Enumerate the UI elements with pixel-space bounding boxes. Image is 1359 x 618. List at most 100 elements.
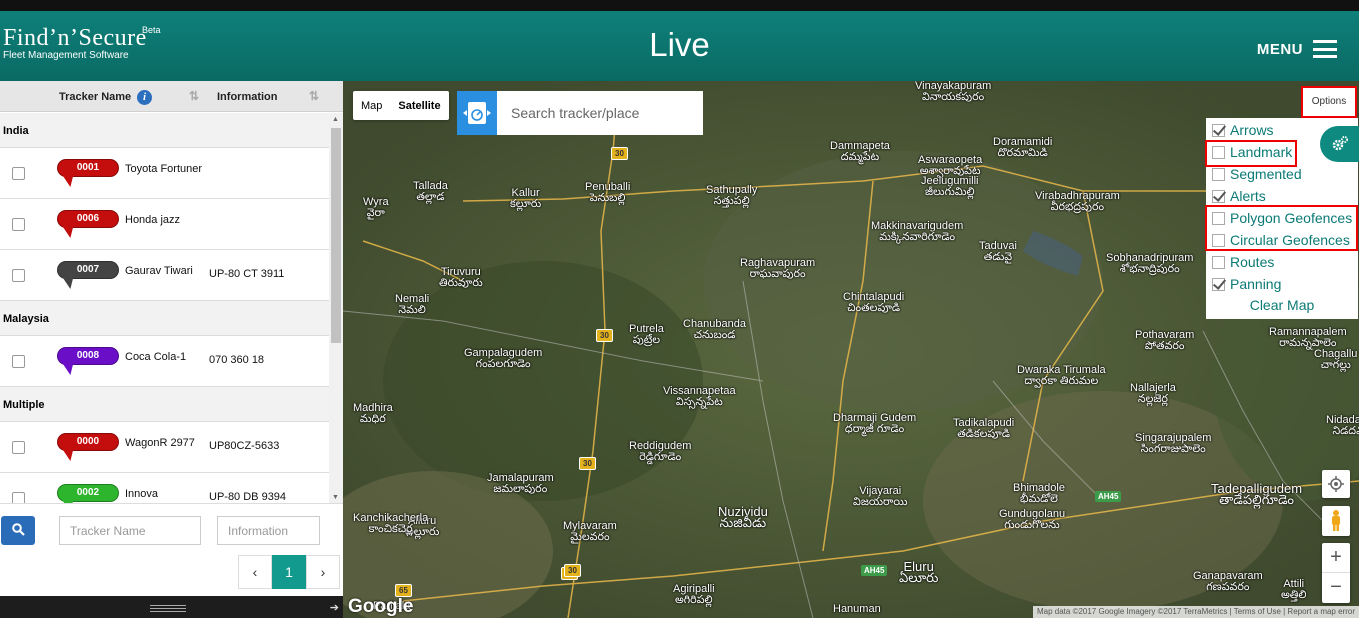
col-tracker-name[interactable]: Tracker Name bbox=[59, 91, 131, 103]
zoom-out-button[interactable]: − bbox=[1322, 573, 1350, 603]
place-name-telugu: భీమడోలె bbox=[1019, 493, 1058, 505]
options-button[interactable]: Options bbox=[1301, 86, 1357, 118]
tracker-sidebar: Tracker Name i ⇅ Information ⇅ India 0001… bbox=[0, 81, 343, 618]
my-location-button[interactable] bbox=[1322, 470, 1350, 498]
logo-beta: Beta bbox=[142, 25, 161, 35]
road-shield: 30 bbox=[596, 329, 613, 342]
map-place-label: Bhimadole భీమడోలె bbox=[1013, 483, 1065, 505]
list-scrollbar[interactable]: ▲ ▼ bbox=[329, 113, 343, 503]
tracker-id-badge[interactable]: 0001 bbox=[57, 159, 119, 177]
tracker-id-badge[interactable]: 0008 bbox=[57, 347, 119, 365]
option-panning[interactable]: Panning bbox=[1212, 275, 1281, 293]
map-type-satellite[interactable]: Satellite bbox=[390, 91, 448, 120]
col-information[interactable]: Information bbox=[217, 91, 278, 103]
option-checkbox[interactable] bbox=[1212, 255, 1225, 269]
place-name-telugu: సత్తుపల్లి bbox=[713, 195, 750, 207]
information-filter[interactable]: Information bbox=[217, 516, 320, 545]
map-place-label: Vinayakapuram వినాయకపురం bbox=[915, 81, 991, 103]
sort-icon[interactable]: ⇅ bbox=[309, 89, 319, 103]
tracker-row[interactable]: 0002 Innova UP-80 DB 9394 bbox=[0, 473, 329, 503]
map-place-label: Agiripalli అగిరిపల్లి bbox=[673, 584, 715, 606]
sort-icon[interactable]: ⇅ bbox=[189, 89, 199, 103]
map-type-map[interactable]: Map bbox=[353, 91, 390, 120]
tracker-row[interactable]: 0008 Coca Cola-1 070 360 18 bbox=[0, 336, 329, 387]
tracker-name-filter[interactable]: Tracker Name bbox=[59, 516, 201, 545]
tracker-id-badge[interactable]: 0002 bbox=[57, 484, 119, 502]
tracker-list: India 0001 Toyota Fortuner 0006 Honda jazz 00… bbox=[0, 113, 329, 503]
map-place-label: Tadikalapudi తడికలపూడి bbox=[953, 418, 1014, 440]
map-place-label: Nuzividu నుజివీడు bbox=[718, 505, 768, 529]
option-checkbox[interactable] bbox=[1212, 189, 1225, 203]
tracker-id-badge[interactable]: 0006 bbox=[57, 210, 119, 228]
option-segmented[interactable]: Segmented bbox=[1212, 165, 1302, 183]
row-checkbox[interactable] bbox=[12, 441, 25, 454]
place-name-telugu: విస్సన్నపేట bbox=[675, 396, 723, 408]
filter-bar: Tracker Name Information bbox=[0, 503, 343, 555]
settings-button[interactable] bbox=[1320, 126, 1359, 162]
row-checkbox[interactable] bbox=[12, 492, 25, 503]
map-place-label: Aswaraopeta అశ్వారావుపేట bbox=[918, 155, 982, 177]
road-shield: 30 bbox=[579, 457, 596, 470]
option-label: Arrows bbox=[1230, 122, 1274, 138]
page-1-button[interactable]: 1 bbox=[272, 555, 306, 589]
map-place-label: Ramannapalem రామన్నపాలెం bbox=[1269, 327, 1347, 349]
tracker-id-badge[interactable]: 0007 bbox=[57, 261, 119, 279]
pegman-icon bbox=[1332, 510, 1340, 531]
prev-page-button[interactable]: ‹ bbox=[238, 555, 272, 589]
zoom-in-button[interactable]: + bbox=[1322, 543, 1350, 573]
map-place-label: Sathupally సత్తుపల్లి bbox=[706, 185, 757, 207]
menu-button[interactable]: MENU bbox=[1257, 40, 1337, 58]
row-checkbox[interactable] bbox=[12, 355, 25, 368]
tracker-info: UP80CZ-5633 bbox=[209, 440, 280, 452]
clear-map-link[interactable]: Clear Map bbox=[1206, 297, 1358, 313]
search-icon bbox=[11, 523, 25, 536]
option-checkbox[interactable] bbox=[1212, 277, 1225, 291]
landmark-highlight bbox=[1205, 140, 1297, 167]
option-alerts[interactable]: Alerts bbox=[1212, 187, 1266, 205]
brand-logo[interactable]: Find’n’Secure Beta Fleet Management Soft… bbox=[3, 25, 161, 61]
option-label: Routes bbox=[1230, 254, 1275, 270]
map-place-label: Taduvai తడువై bbox=[979, 241, 1017, 263]
tracker-row[interactable]: 0000 WagonR 2977 UP80CZ-5633 bbox=[0, 422, 329, 473]
row-checkbox[interactable] bbox=[12, 218, 25, 231]
option-checkbox[interactable] bbox=[1212, 167, 1225, 181]
map-place-label: Mylavaram మైలవరం bbox=[563, 521, 617, 543]
map-place-label: Doramamidi దొరమామిడి bbox=[993, 137, 1052, 159]
place-name-telugu: దొరమామిడి bbox=[997, 147, 1048, 159]
scrollbar-thumb[interactable] bbox=[331, 128, 341, 343]
option-label: Segmented bbox=[1230, 166, 1302, 182]
info-icon[interactable]: i bbox=[137, 90, 152, 105]
search-button[interactable] bbox=[1, 516, 35, 545]
tracker-row[interactable]: 0001 Toyota Fortuner bbox=[0, 148, 329, 199]
logo-subtitle: Fleet Management Software bbox=[3, 50, 129, 61]
option-checkbox[interactable] bbox=[1212, 123, 1225, 137]
map-place-label: Wyra వైరా bbox=[363, 197, 389, 219]
place-name-telugu: తడువై bbox=[983, 251, 1013, 263]
map-attribution[interactable]: Map data ©2017 Google Imagery ©2017 Terr… bbox=[1032, 606, 1359, 618]
map-search[interactable]: Search tracker/place bbox=[457, 91, 703, 135]
tracker-row[interactable]: 0007 Gaurav Tiwari UP-80 CT 3911 bbox=[0, 250, 329, 301]
pin-icon[interactable]: ➔ bbox=[330, 601, 339, 614]
tracker-row[interactable]: 0006 Honda jazz bbox=[0, 199, 329, 250]
next-page-button[interactable]: › bbox=[306, 555, 340, 589]
resize-grip-icon[interactable] bbox=[150, 605, 186, 612]
option-routes[interactable]: Routes bbox=[1212, 253, 1274, 271]
road-shield: 30 bbox=[564, 564, 581, 577]
map-place-label: Vijayarai విజయరాయి bbox=[853, 486, 907, 508]
map-place-label: Makkinavarigudem మక్కినవారిగూడెం bbox=[871, 221, 963, 243]
tracker-id-badge[interactable]: 0000 bbox=[57, 433, 119, 451]
map-place-label: Vissannapetaa విస్సన్నపేట bbox=[663, 386, 736, 408]
map-search-input[interactable]: Search tracker/place bbox=[511, 105, 639, 121]
place-name-telugu: గుండుగొలను bbox=[1004, 519, 1060, 531]
tracker-locate-icon[interactable] bbox=[457, 91, 497, 135]
row-checkbox[interactable] bbox=[12, 167, 25, 180]
scroll-down-icon[interactable]: ▼ bbox=[332, 494, 339, 501]
row-checkbox[interactable] bbox=[12, 269, 25, 282]
street-view-button[interactable] bbox=[1322, 506, 1350, 536]
map-view[interactable]: Dammapeta దమ్మపేట Aswaraopeta అశ్వారావుపేట J… bbox=[343, 81, 1359, 618]
place-name-telugu: నిడదవో bbox=[1332, 425, 1359, 437]
scroll-up-icon[interactable]: ▲ bbox=[332, 116, 339, 123]
place-name-telugu: రాఘవాపురం bbox=[749, 268, 806, 280]
option-arrows[interactable]: Arrows bbox=[1212, 121, 1274, 139]
place-name-telugu: ధర్మాజీ గూడెం bbox=[844, 423, 905, 435]
